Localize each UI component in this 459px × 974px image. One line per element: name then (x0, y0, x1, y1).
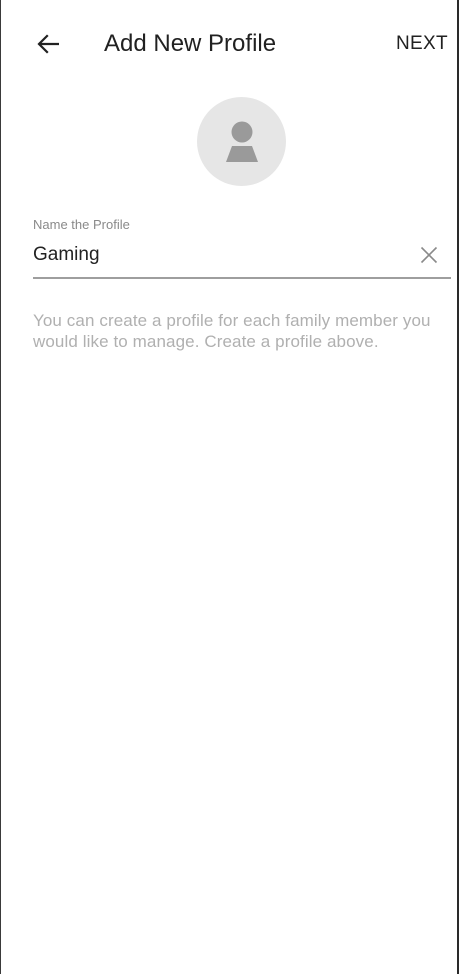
back-button[interactable] (30, 26, 66, 62)
person-icon (225, 121, 258, 162)
input-underline (33, 277, 451, 279)
arrow-left-icon (37, 34, 59, 54)
next-button[interactable]: NEXT (396, 30, 448, 58)
profile-name-input[interactable] (33, 240, 403, 270)
screen-edge-left (0, 0, 1, 974)
clear-input-button[interactable] (414, 240, 444, 270)
profile-name-label: Name the Profile (33, 217, 130, 232)
helper-text: You can create a profile for each family… (33, 311, 431, 351)
add-profile-screen: Add New Profile NEXT Name the Profile Yo… (0, 0, 459, 974)
page-title: Add New Profile (104, 30, 277, 57)
app-bar: Add New Profile NEXT (0, 0, 459, 88)
close-icon (420, 246, 438, 264)
profile-avatar[interactable] (197, 97, 286, 186)
